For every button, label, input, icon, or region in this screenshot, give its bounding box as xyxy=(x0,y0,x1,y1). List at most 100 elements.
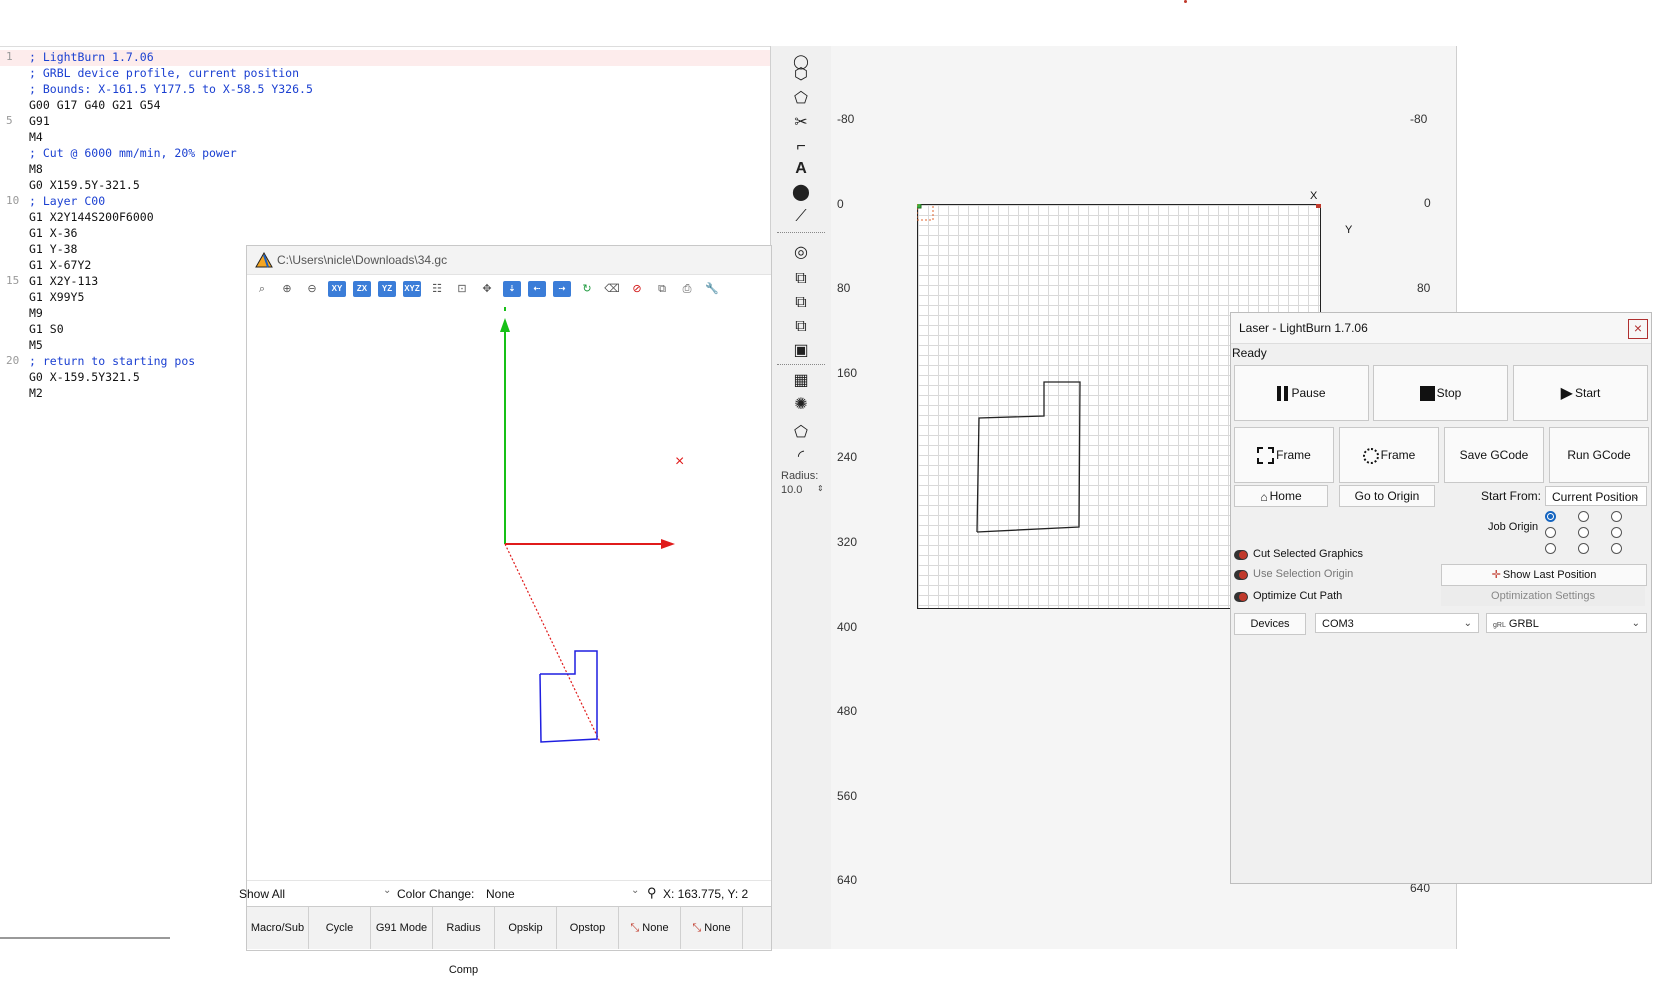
tab-tool-icon[interactable]: ⬠ xyxy=(787,422,815,444)
close-button[interactable]: × xyxy=(1628,319,1648,339)
start-from-select[interactable]: Current Position ⌄ xyxy=(1545,486,1647,506)
print-icon[interactable]: ⎙ xyxy=(678,281,696,297)
code-text: G1 X-36 xyxy=(29,226,78,240)
code-line[interactable]: M8 xyxy=(0,162,770,178)
job-origin-top-left[interactable] xyxy=(1545,511,1556,522)
viewer-tab[interactable]: ⤡ None xyxy=(681,907,743,949)
show-all-dropdown-icon[interactable]: ⌄ xyxy=(383,885,391,896)
view-zx-button[interactable]: ZX xyxy=(353,281,371,297)
toolpath-shape xyxy=(539,650,598,743)
job-origin-top-center[interactable] xyxy=(1578,511,1589,522)
position-marker-icon[interactable]: ⬤ xyxy=(787,182,815,204)
code-line[interactable]: 1 ; LightBurn 1.7.06 xyxy=(0,50,770,66)
measure-tool-icon[interactable]: ⟋ xyxy=(787,206,815,228)
code-line[interactable]: 5 G91 xyxy=(0,114,770,130)
rectangle-select-icon[interactable]: ⌐ xyxy=(787,136,815,158)
start-button[interactable]: ▶ Start xyxy=(1513,365,1648,421)
laser-titlebar[interactable]: Laser - LightBurn 1.7.06 × xyxy=(1231,313,1651,344)
job-origin-bottom-left[interactable] xyxy=(1545,543,1556,554)
radius-spinbox[interactable]: 10.0 ⇕ xyxy=(781,484,827,500)
viewer-tab[interactable]: Macro/Sub xyxy=(247,907,309,949)
move-right-icon[interactable]: ⇢ xyxy=(553,281,571,297)
start-from-label: Start From: xyxy=(1481,489,1542,503)
job-origin-bottom-right[interactable] xyxy=(1611,543,1622,554)
polygon-tool-icon[interactable]: ⬡ xyxy=(787,64,815,86)
devices-button[interactable]: Devices xyxy=(1234,613,1306,635)
job-origin-middle-left[interactable] xyxy=(1545,527,1556,538)
stop-button[interactable]: Stop xyxy=(1373,365,1508,421)
job-origin-center[interactable] xyxy=(1578,527,1589,538)
refresh-icon[interactable]: ↻ xyxy=(578,281,596,297)
viewer-tab[interactable]: Cycle xyxy=(309,907,371,949)
viewer-tab[interactable]: Opstop xyxy=(557,907,619,949)
frame-button[interactable]: Frame xyxy=(1234,427,1334,483)
zoom-out-icon[interactable]: ⊖ xyxy=(303,281,321,297)
save-gcode-button[interactable]: Save GCode xyxy=(1444,427,1544,483)
color-change-value[interactable]: None xyxy=(486,887,515,901)
viewer-tab[interactable]: G91 Mode xyxy=(371,907,433,949)
code-line[interactable]: ; GRBL device profile, current position xyxy=(0,66,770,82)
circular-array-icon[interactable]: ✺ xyxy=(787,394,815,416)
clear-icon[interactable]: ⌫ xyxy=(603,281,621,297)
pentagon-tool-icon[interactable]: ⬠ xyxy=(787,88,815,110)
go-to-origin-button[interactable]: Go to Origin xyxy=(1339,485,1435,507)
code-line[interactable]: G1 X2Y144S200F6000 xyxy=(0,210,770,226)
cut-selected-toggle[interactable] xyxy=(1234,550,1248,560)
tree-icon[interactable]: ☷ xyxy=(428,281,446,297)
job-origin-middle-right[interactable] xyxy=(1611,527,1622,538)
optimization-settings-button[interactable]: Optimization Settings xyxy=(1441,586,1645,606)
weld-icon[interactable]: ⧉ xyxy=(787,268,815,290)
code-line[interactable]: G0 X159.5Y-321.5 xyxy=(0,178,770,194)
optimize-cut-path-toggle[interactable] xyxy=(1234,592,1248,602)
editor-scrollbar[interactable] xyxy=(0,937,170,939)
job-origin-top-right[interactable] xyxy=(1611,511,1622,522)
move-down-icon[interactable]: ⇣ xyxy=(503,281,521,297)
grid-array-icon[interactable]: ▦ xyxy=(787,370,815,392)
subtract-icon[interactable]: ⧉ xyxy=(787,316,815,338)
pan-icon[interactable]: ✥ xyxy=(478,281,496,297)
viewer-titlebar[interactable]: C:\Users\nicle\Downloads\34.gc xyxy=(247,246,771,275)
port-select[interactable]: COM3 ⌄ xyxy=(1315,613,1479,633)
code-line[interactable]: M4 xyxy=(0,130,770,146)
viewer-tab[interactable]: Opskip xyxy=(495,907,557,949)
intersect-icon[interactable]: ▣ xyxy=(787,340,815,362)
fit-icon[interactable]: ⊡ xyxy=(453,281,471,297)
code-line[interactable]: 10 ; Layer C00 xyxy=(0,194,770,210)
viewer-tab[interactable]: Radius Comp xyxy=(433,907,495,976)
pause-label: Pause xyxy=(1291,386,1326,400)
view-xyz-button[interactable]: XYZ xyxy=(403,281,421,297)
zoom-100-icon[interactable]: ⌕ xyxy=(253,281,271,297)
ruler-label: 320 xyxy=(837,535,858,549)
design-shape[interactable] xyxy=(976,381,1081,533)
view-xy-button[interactable]: XY xyxy=(328,281,346,297)
pause-button[interactable]: Pause xyxy=(1234,365,1369,421)
union-icon[interactable]: ⧉ xyxy=(787,292,815,314)
corner-radius-icon[interactable]: ◜ xyxy=(787,446,815,468)
viewer-tab[interactable]: ⤡ None xyxy=(619,907,681,949)
run-gcode-button[interactable]: Run GCode xyxy=(1549,427,1649,483)
code-line[interactable]: G00 G17 G40 G21 G54 xyxy=(0,98,770,114)
code-line[interactable]: G1 X-36 xyxy=(0,226,770,242)
scissors-icon[interactable]: ✂ xyxy=(787,112,815,134)
start-label: Start xyxy=(1574,386,1601,400)
viewer-plot[interactable] xyxy=(247,304,771,879)
spin-arrows-icon[interactable]: ⇕ xyxy=(817,484,824,493)
stop-icon[interactable]: ⊘ xyxy=(628,281,646,297)
code-line[interactable]: ; Cut @ 6000 mm/min, 20% power xyxy=(0,146,770,162)
offset-tool-icon[interactable]: ◎ xyxy=(787,242,815,264)
text-tool-icon[interactable]: A xyxy=(787,158,815,180)
color-change-dropdown-icon[interactable]: ⌄ xyxy=(631,885,639,896)
move-left-icon[interactable]: ⇠ xyxy=(528,281,546,297)
view-yz-button[interactable]: YZ xyxy=(378,281,396,297)
frame-circle-button[interactable]: Frame xyxy=(1339,427,1439,483)
copy-icon[interactable]: ⧉ xyxy=(653,281,671,297)
show-last-position-button[interactable]: ✛ Show Last Position xyxy=(1441,564,1647,586)
zoom-in-icon[interactable]: ⊕ xyxy=(278,281,296,297)
use-selection-origin-toggle[interactable] xyxy=(1234,570,1248,580)
home-button[interactable]: ⌂ Home xyxy=(1234,485,1328,507)
wrench-icon[interactable]: 🔧 xyxy=(703,281,721,297)
job-origin-bottom-center[interactable] xyxy=(1578,543,1589,554)
show-all-label[interactable]: Show All xyxy=(239,887,285,901)
code-line[interactable]: ; Bounds: X-161.5 Y177.5 to X-58.5 Y326.… xyxy=(0,82,770,98)
device-select[interactable]: gRL GRBL ⌄ xyxy=(1486,613,1647,633)
